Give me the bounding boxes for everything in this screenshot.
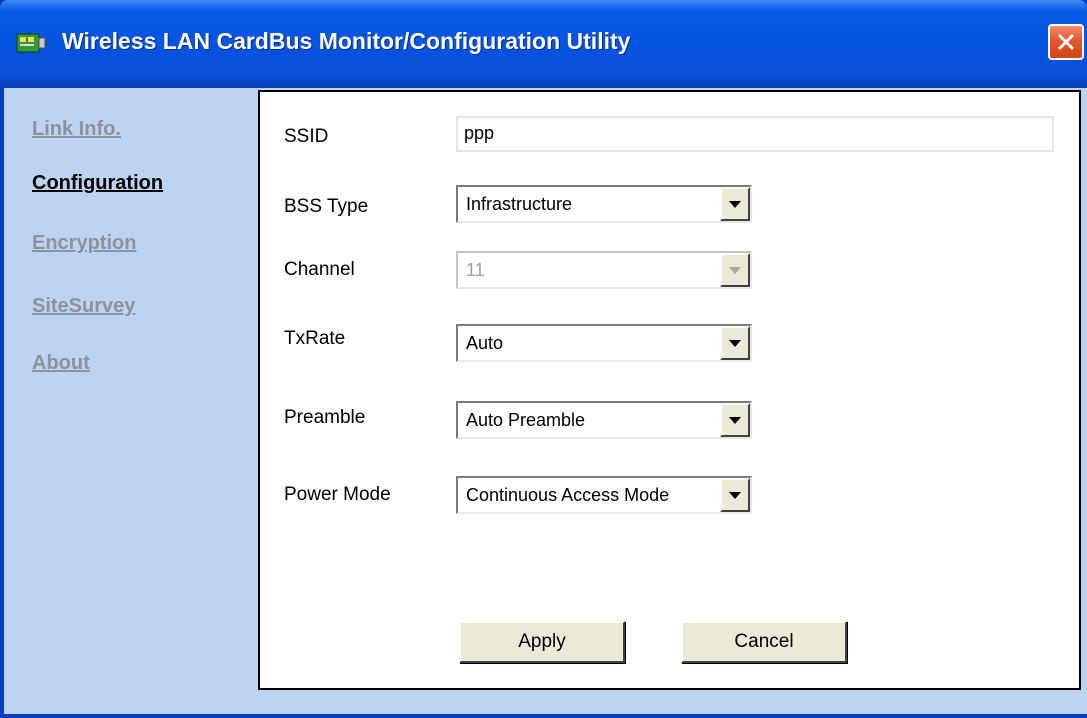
bss-type-value: Infrastructure [466,194,573,214]
nav-about[interactable]: About [32,352,90,375]
channel-select: 11 [456,251,752,289]
window-bottom-border [0,714,1087,718]
cancel-button[interactable]: Cancel [681,621,847,663]
power-mode-select[interactable]: Continuous Access Mode [456,476,752,514]
preamble-dropdown-button[interactable] [720,403,750,437]
txrate-dropdown-button[interactable] [720,326,750,360]
power-mode-dropdown-button[interactable] [720,478,750,512]
ssid-label: SSID [284,126,329,147]
apply-button[interactable]: Apply [459,621,625,663]
window-title: Wireless LAN CardBus Monitor/Configurati… [62,28,631,54]
network-card-icon [16,31,46,55]
chevron-down-icon [729,492,741,499]
power-mode-label: Power Mode [284,484,391,505]
ssid-input[interactable]: ppp [456,116,1054,152]
channel-label: Channel [284,259,355,280]
nav-link-info[interactable]: Link Info. [32,118,121,141]
preamble-select[interactable]: Auto Preamble [456,401,752,439]
nav-configuration[interactable]: Configuration [32,172,163,195]
txrate-select[interactable]: Auto [456,324,752,362]
channel-value: 11 [466,260,485,280]
txrate-label: TxRate [284,328,346,349]
configuration-panel [258,90,1081,690]
nav-encryption[interactable]: Encryption [32,232,136,255]
close-button[interactable] [1048,24,1084,60]
bss-type-dropdown-button[interactable] [720,187,750,221]
power-mode-value: Continuous Access Mode [466,485,670,505]
chevron-down-icon [729,267,741,274]
preamble-label: Preamble [284,407,366,428]
nav-site-survey[interactable]: SiteSurvey [32,295,135,318]
txrate-value: Auto [466,333,504,353]
chevron-down-icon [729,417,741,424]
chevron-down-icon [729,340,741,347]
channel-dropdown-button [720,253,750,287]
bss-type-select[interactable]: Infrastructure [456,185,752,223]
title-bar[interactable]: Wireless LAN CardBus Monitor/Configurati… [0,0,1087,88]
preamble-value: Auto Preamble [466,410,586,430]
chevron-down-icon [729,201,741,208]
app-window: Wireless LAN CardBus Monitor/Configurati… [0,0,1087,718]
bss-type-label: BSS Type [284,196,369,217]
close-icon [1057,33,1075,51]
